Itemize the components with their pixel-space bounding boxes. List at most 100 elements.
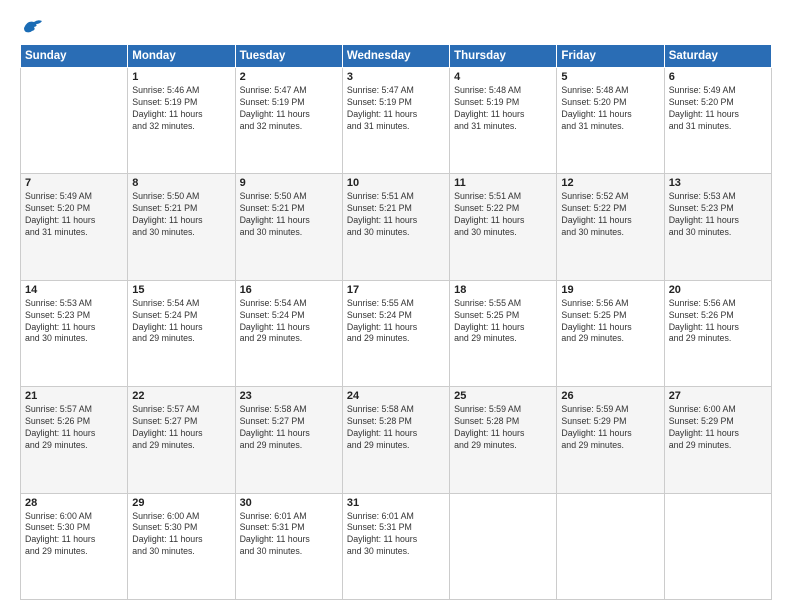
day-cell: 1 Sunrise: 5:46 AM Sunset: 5:19 PM Daylig… <box>128 68 235 174</box>
day-info: Sunrise: 5:53 AM Sunset: 5:23 PM Dayligh… <box>669 191 767 239</box>
day-cell: 5 Sunrise: 5:48 AM Sunset: 5:20 PM Daylig… <box>557 68 664 174</box>
day-number: 30 <box>240 497 338 509</box>
day-info: Sunrise: 5:50 AM Sunset: 5:21 PM Dayligh… <box>240 191 338 239</box>
day-number: 4 <box>454 71 552 83</box>
day-cell: 22Sunrise: 5:57 AM Sunset: 5:27 PM Dayli… <box>128 387 235 493</box>
day-number: 9 <box>240 177 338 189</box>
day-info: Sunrise: 5:49 AM Sunset: 5:20 PM Dayligh… <box>25 191 123 239</box>
header-row: SundayMondayTuesdayWednesdayThursdayFrid… <box>21 45 772 68</box>
day-info: Sunrise: 5:46 AM Sunset: 5:19 PM Dayligh… <box>132 85 230 133</box>
day-info: Sunrise: 5:57 AM Sunset: 5:26 PM Dayligh… <box>25 404 123 452</box>
day-cell: 7 Sunrise: 5:49 AM Sunset: 5:20 PM Daylig… <box>21 174 128 280</box>
day-info: Sunrise: 6:01 AM Sunset: 5:31 PM Dayligh… <box>240 511 338 559</box>
day-cell: 30 Sunrise: 6:01 AM Sunset: 5:31 PM Dayli… <box>235 493 342 599</box>
calendar-table: SundayMondayTuesdayWednesdayThursdayFrid… <box>20 44 772 600</box>
day-number: 3 <box>347 71 445 83</box>
day-number: 10 <box>347 177 445 189</box>
day-cell: 9 Sunrise: 5:50 AM Sunset: 5:21 PM Daylig… <box>235 174 342 280</box>
day-cell <box>450 493 557 599</box>
day-info: Sunrise: 6:00 AM Sunset: 5:29 PM Dayligh… <box>669 404 767 452</box>
day-cell: 8 Sunrise: 5:50 AM Sunset: 5:21 PM Daylig… <box>128 174 235 280</box>
day-number: 13 <box>669 177 767 189</box>
day-cell: 24 Sunrise: 5:58 AM Sunset: 5:28 PM Dayli… <box>342 387 449 493</box>
day-number: 12 <box>561 177 659 189</box>
day-info: Sunrise: 5:47 AM Sunset: 5:19 PM Dayligh… <box>240 85 338 133</box>
day-info: Sunrise: 5:50 AM Sunset: 5:21 PM Dayligh… <box>132 191 230 239</box>
day-cell: 2Sunrise: 5:47 AM Sunset: 5:19 PM Daylig… <box>235 68 342 174</box>
day-number: 14 <box>25 284 123 296</box>
header-tuesday: Tuesday <box>235 45 342 68</box>
day-cell: 11 Sunrise: 5:51 AM Sunset: 5:22 PM Dayli… <box>450 174 557 280</box>
day-info: Sunrise: 5:59 AM Sunset: 5:29 PM Dayligh… <box>561 404 659 452</box>
day-cell <box>557 493 664 599</box>
day-info: Sunrise: 6:01 AM Sunset: 5:31 PM Dayligh… <box>347 511 445 559</box>
day-info: Sunrise: 5:48 AM Sunset: 5:20 PM Dayligh… <box>561 85 659 133</box>
logo <box>20 18 44 36</box>
day-number: 7 <box>25 177 123 189</box>
day-info: Sunrise: 6:00 AM Sunset: 5:30 PM Dayligh… <box>25 511 123 559</box>
day-info: Sunrise: 5:57 AM Sunset: 5:27 PM Dayligh… <box>132 404 230 452</box>
day-info: Sunrise: 5:55 AM Sunset: 5:24 PM Dayligh… <box>347 298 445 346</box>
day-number: 19 <box>561 284 659 296</box>
day-number: 23 <box>240 390 338 402</box>
day-cell: 13 Sunrise: 5:53 AM Sunset: 5:23 PM Dayli… <box>664 174 771 280</box>
day-number: 1 <box>132 71 230 83</box>
day-cell <box>21 68 128 174</box>
day-number: 5 <box>561 71 659 83</box>
day-cell: 21 Sunrise: 5:57 AM Sunset: 5:26 PM Dayli… <box>21 387 128 493</box>
day-info: Sunrise: 5:59 AM Sunset: 5:28 PM Dayligh… <box>454 404 552 452</box>
day-number: 8 <box>132 177 230 189</box>
week-row-2: 7 Sunrise: 5:49 AM Sunset: 5:20 PM Daylig… <box>21 174 772 280</box>
day-info: Sunrise: 5:51 AM Sunset: 5:22 PM Dayligh… <box>454 191 552 239</box>
header-thursday: Thursday <box>450 45 557 68</box>
day-info: Sunrise: 5:53 AM Sunset: 5:23 PM Dayligh… <box>25 298 123 346</box>
day-cell: 18 Sunrise: 5:55 AM Sunset: 5:25 PM Dayli… <box>450 280 557 386</box>
week-row-3: 14 Sunrise: 5:53 AM Sunset: 5:23 PM Dayli… <box>21 280 772 386</box>
header-saturday: Saturday <box>664 45 771 68</box>
week-row-1: 1 Sunrise: 5:46 AM Sunset: 5:19 PM Daylig… <box>21 68 772 174</box>
day-cell: 29 Sunrise: 6:00 AM Sunset: 5:30 PM Dayli… <box>128 493 235 599</box>
day-number: 17 <box>347 284 445 296</box>
day-info: Sunrise: 5:58 AM Sunset: 5:28 PM Dayligh… <box>347 404 445 452</box>
day-info: Sunrise: 5:54 AM Sunset: 5:24 PM Dayligh… <box>240 298 338 346</box>
day-cell: 6Sunrise: 5:49 AM Sunset: 5:20 PM Daylig… <box>664 68 771 174</box>
day-number: 28 <box>25 497 123 509</box>
day-cell: 3 Sunrise: 5:47 AM Sunset: 5:19 PM Daylig… <box>342 68 449 174</box>
day-cell: 17 Sunrise: 5:55 AM Sunset: 5:24 PM Dayli… <box>342 280 449 386</box>
day-cell: 26Sunrise: 5:59 AM Sunset: 5:29 PM Dayli… <box>557 387 664 493</box>
day-number: 16 <box>240 284 338 296</box>
day-number: 18 <box>454 284 552 296</box>
day-info: Sunrise: 5:47 AM Sunset: 5:19 PM Dayligh… <box>347 85 445 133</box>
day-number: 11 <box>454 177 552 189</box>
day-cell: 4Sunrise: 5:48 AM Sunset: 5:19 PM Daylig… <box>450 68 557 174</box>
header-wednesday: Wednesday <box>342 45 449 68</box>
day-info: Sunrise: 6:00 AM Sunset: 5:30 PM Dayligh… <box>132 511 230 559</box>
header-friday: Friday <box>557 45 664 68</box>
day-number: 20 <box>669 284 767 296</box>
day-info: Sunrise: 5:56 AM Sunset: 5:25 PM Dayligh… <box>561 298 659 346</box>
week-row-4: 21 Sunrise: 5:57 AM Sunset: 5:26 PM Dayli… <box>21 387 772 493</box>
day-cell: 27 Sunrise: 6:00 AM Sunset: 5:29 PM Dayli… <box>664 387 771 493</box>
day-number: 25 <box>454 390 552 402</box>
day-cell: 14 Sunrise: 5:53 AM Sunset: 5:23 PM Dayli… <box>21 280 128 386</box>
day-info: Sunrise: 5:52 AM Sunset: 5:22 PM Dayligh… <box>561 191 659 239</box>
day-cell: 23 Sunrise: 5:58 AM Sunset: 5:27 PM Dayli… <box>235 387 342 493</box>
header-monday: Monday <box>128 45 235 68</box>
day-info: Sunrise: 5:51 AM Sunset: 5:21 PM Dayligh… <box>347 191 445 239</box>
header <box>20 18 772 36</box>
day-cell: 31Sunrise: 6:01 AM Sunset: 5:31 PM Dayli… <box>342 493 449 599</box>
day-info: Sunrise: 5:55 AM Sunset: 5:25 PM Dayligh… <box>454 298 552 346</box>
day-info: Sunrise: 5:58 AM Sunset: 5:27 PM Dayligh… <box>240 404 338 452</box>
day-cell <box>664 493 771 599</box>
day-cell: 12 Sunrise: 5:52 AM Sunset: 5:22 PM Dayli… <box>557 174 664 280</box>
day-number: 27 <box>669 390 767 402</box>
day-number: 15 <box>132 284 230 296</box>
logo-bird-icon <box>22 18 44 36</box>
header-sunday: Sunday <box>21 45 128 68</box>
day-cell: 16 Sunrise: 5:54 AM Sunset: 5:24 PM Dayli… <box>235 280 342 386</box>
day-number: 24 <box>347 390 445 402</box>
day-number: 29 <box>132 497 230 509</box>
week-row-5: 28 Sunrise: 6:00 AM Sunset: 5:30 PM Dayli… <box>21 493 772 599</box>
day-number: 6 <box>669 71 767 83</box>
day-number: 21 <box>25 390 123 402</box>
